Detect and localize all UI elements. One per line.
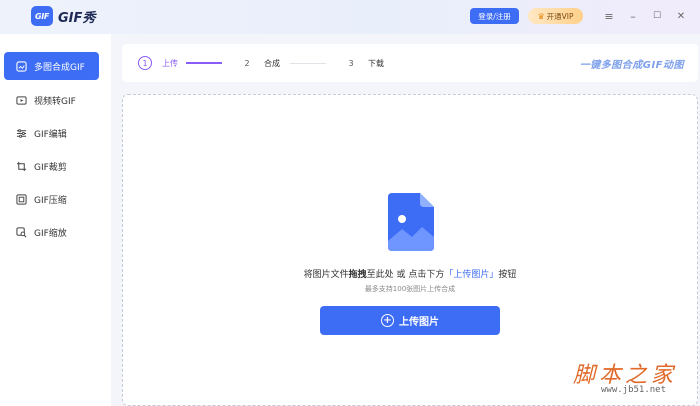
sidebar-item-gif-edit[interactable]: GIF编辑 (4, 119, 99, 147)
upload-limit-note: 最多支持100张图片上传合成 (364, 285, 456, 293)
login-button[interactable]: 登录/注册 (470, 8, 519, 24)
sidebar-item-label: 多图合成GIF (34, 62, 85, 73)
step-2-label: 合成 (264, 59, 280, 68)
vip-button[interactable]: ♛ 开通VIP (528, 8, 583, 24)
step-1-number: 1 (138, 56, 152, 70)
upload-image-button[interactable]: + 上传图片 (320, 306, 500, 335)
zoom-icon (16, 226, 27, 238)
vip-button-label: 开通VIP (546, 11, 574, 21)
maximize-icon[interactable]: ☐ (650, 9, 664, 23)
crown-icon: ♛ (537, 11, 545, 21)
minimize-icon[interactable]: – (626, 9, 640, 23)
video-icon (16, 95, 27, 106)
upload-hint: 将图片文件拖拽至此处 或 点击下方「上传图片」按钮 (123, 267, 697, 280)
step-indicator: 1 上传 2 合成 3 下载 一键多图合成GIF动图 (122, 44, 698, 82)
hint-highlight: 「上传图片」 (444, 270, 499, 280)
step-3-number: 3 (348, 58, 354, 68)
app-logo: GIF (31, 6, 53, 26)
hint-bold: 拖拽 (348, 270, 367, 280)
sidebar-item-label: GIF压缩 (34, 195, 67, 206)
step-2-progress-line (290, 63, 326, 64)
step-1-progress-line (186, 62, 222, 64)
menu-icon[interactable]: ≡ (602, 9, 616, 23)
sidebar-item-label: GIF缩放 (34, 228, 67, 239)
title-bar: GIF GIF秀 登录/注册 ♛ 开通VIP ≡ – ☐ ✕ (0, 0, 700, 34)
step-3-label: 下载 (368, 59, 384, 68)
app-logo-text: GIF (34, 11, 50, 21)
sidebar-item-video-to-gif[interactable]: 视频转GIF (4, 86, 99, 114)
close-icon[interactable]: ✕ (674, 9, 688, 23)
sidebar-item-label: GIF裁剪 (34, 162, 67, 173)
app-title: GIF秀 (58, 11, 96, 26)
sidebar-item-label: 视频转GIF (34, 96, 76, 107)
sidebar-item-gif-compress[interactable]: GIF压缩 (4, 185, 99, 213)
sidebar-item-multi-image-gif[interactable]: 多图合成GIF (4, 52, 99, 80)
upload-button-label: 上传图片 (399, 317, 439, 328)
hint-suffix: 按钮 (498, 270, 517, 280)
sliders-icon (16, 128, 27, 139)
sidebar-item-gif-zoom[interactable]: GIF缩放 (4, 218, 99, 246)
step-1-label: 上传 (162, 59, 178, 68)
site-watermark: 脚本之家 www.jb51.net (567, 355, 697, 403)
watermark-url: www.jb51.net (601, 385, 667, 395)
crop-icon (16, 161, 27, 172)
sidebar: 多图合成GIF 视频转GIF GIF编辑 GIF裁剪 GIF压缩 GIF缩放 (0, 34, 111, 406)
image-compose-icon (16, 60, 27, 72)
step-2-number: 2 (244, 58, 250, 68)
plus-circle-icon: + (381, 314, 394, 327)
slogan: 一键多图合成GIF动图 (579, 60, 684, 71)
hint-prefix: 将图片文件 (303, 270, 349, 280)
hint-mid: 至此处 或 点击下方 (366, 270, 445, 280)
image-file-icon (388, 193, 434, 251)
sidebar-item-gif-crop[interactable]: GIF裁剪 (4, 152, 99, 180)
sidebar-item-label: GIF编辑 (34, 129, 67, 140)
compress-icon (16, 193, 27, 205)
